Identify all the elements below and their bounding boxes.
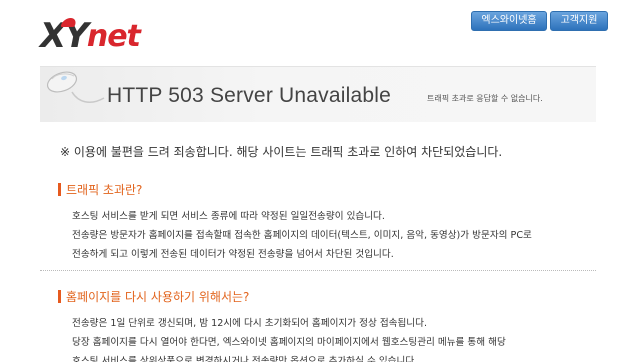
body-line: 호스팅 서비스를 받게 되면 서비스 종류에 따라 약정된 일일전송량이 있습니…: [72, 211, 385, 222]
top-nav: 엑스와이넷홈 고객지원: [471, 11, 608, 31]
section-heading-restore: 홈페이지를 다시 사용하기 위해서는?: [58, 288, 249, 305]
heading-bar-icon: [58, 290, 61, 303]
heading-bar-icon: [58, 183, 61, 196]
body-line: 전송하게 되고 이렇게 전송된 데이터가 약정된 전송량을 넘어서 차단된 것입…: [72, 249, 394, 260]
section-heading-traffic: 트래픽 초과란?: [58, 181, 142, 198]
page-title: HTTP 503 Server Unavailable: [107, 84, 391, 107]
section-heading-label: 홈페이지를 다시 사용하기 위해서는?: [66, 290, 250, 304]
body-line: 당장 홈페이지를 다시 열어야 한다면, 엑스와이넷 홈페이지의 마이페이지에서…: [72, 337, 506, 348]
section-heading-label: 트래픽 초과란?: [66, 183, 143, 197]
section-body-restore: 전송량은 1일 단위로 갱신되며, 밤 12시에 다시 초기화되어 홈페이지가 …: [72, 314, 506, 362]
page-subtitle: 트래픽 초과로 응답할 수 없습니다.: [427, 94, 543, 103]
xynet-home-button[interactable]: 엑스와이넷홈: [471, 11, 547, 31]
section-body-traffic: 호스팅 서비스를 받게 되면 서비스 종류에 따라 약정된 일일전송량이 있습니…: [72, 207, 532, 264]
xynet-logo[interactable]: XY net: [40, 16, 141, 56]
logo-text-net: net: [86, 18, 141, 54]
customer-support-button[interactable]: 고객지원: [550, 11, 608, 31]
section-divider: [40, 270, 596, 271]
notice-text: ※ 이용에 불편을 드려 죄송합니다. 해당 사이트는 트래픽 초과로 인하여 …: [60, 145, 503, 159]
mouse-icon: [46, 71, 105, 104]
body-line: 전송량은 방문자가 홈페이지를 접속할때 접속한 홈페이지의 데이터(텍스트, …: [72, 230, 532, 241]
body-line: 전송량은 1일 단위로 갱신되며, 밤 12시에 다시 초기화되어 홈페이지가 …: [72, 318, 427, 329]
body-line: 호스팅 서비스를 상위상품으로 변경하시거나 전송량만 옵션으로 추가하실 수 …: [72, 356, 418, 362]
